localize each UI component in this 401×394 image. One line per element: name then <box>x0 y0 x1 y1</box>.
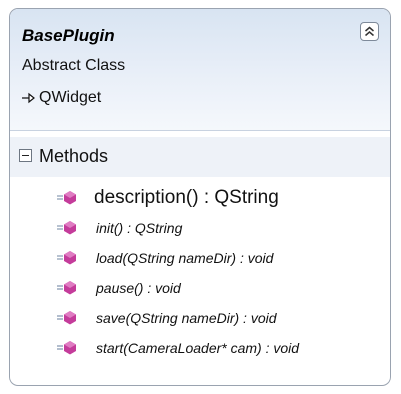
method-item[interactable]: load(QString nameDir) : void <box>10 243 390 273</box>
base-type-name: QWidget <box>39 89 102 106</box>
method-signature: start(CameraLoader* cam) : void <box>96 340 300 356</box>
method-signature: load(QString nameDir) : void <box>96 250 274 266</box>
method-item[interactable]: description() : QString <box>10 183 390 213</box>
method-signature: pause() : void <box>96 280 181 296</box>
class-stereotype: Abstract Class <box>22 57 126 74</box>
class-name[interactable]: BasePlugin <box>22 26 115 46</box>
methods-section-header[interactable]: Methods <box>10 137 390 177</box>
collapse-button[interactable] <box>360 22 379 41</box>
class-header: BasePlugin Abstract Class QWidget <box>10 9 390 131</box>
method-signature: init() : QString <box>96 220 183 236</box>
public-method-icon <box>57 311 76 325</box>
method-item[interactable]: save(QString nameDir) : void <box>10 303 390 333</box>
class-shape[interactable]: BasePlugin Abstract Class QWidget Method… <box>9 8 391 386</box>
method-item[interactable]: init() : QString <box>10 213 390 243</box>
public-method-icon <box>57 341 76 355</box>
public-method-icon <box>57 251 76 265</box>
methods-section-label: Methods <box>39 146 109 166</box>
public-method-icon <box>57 191 76 205</box>
method-item[interactable]: pause() : void <box>10 273 390 303</box>
public-method-icon <box>57 221 76 235</box>
inheritance-arrow-icon <box>22 92 35 104</box>
public-method-icon <box>57 281 76 295</box>
method-signature: description() : QString <box>94 187 279 208</box>
method-signature: save(QString nameDir) : void <box>96 310 277 326</box>
collapse-minus-icon[interactable] <box>19 149 32 162</box>
base-type-line: QWidget <box>21 89 101 107</box>
method-item[interactable]: start(CameraLoader* cam) : void <box>10 333 390 363</box>
double-chevron-up-icon <box>365 26 374 37</box>
